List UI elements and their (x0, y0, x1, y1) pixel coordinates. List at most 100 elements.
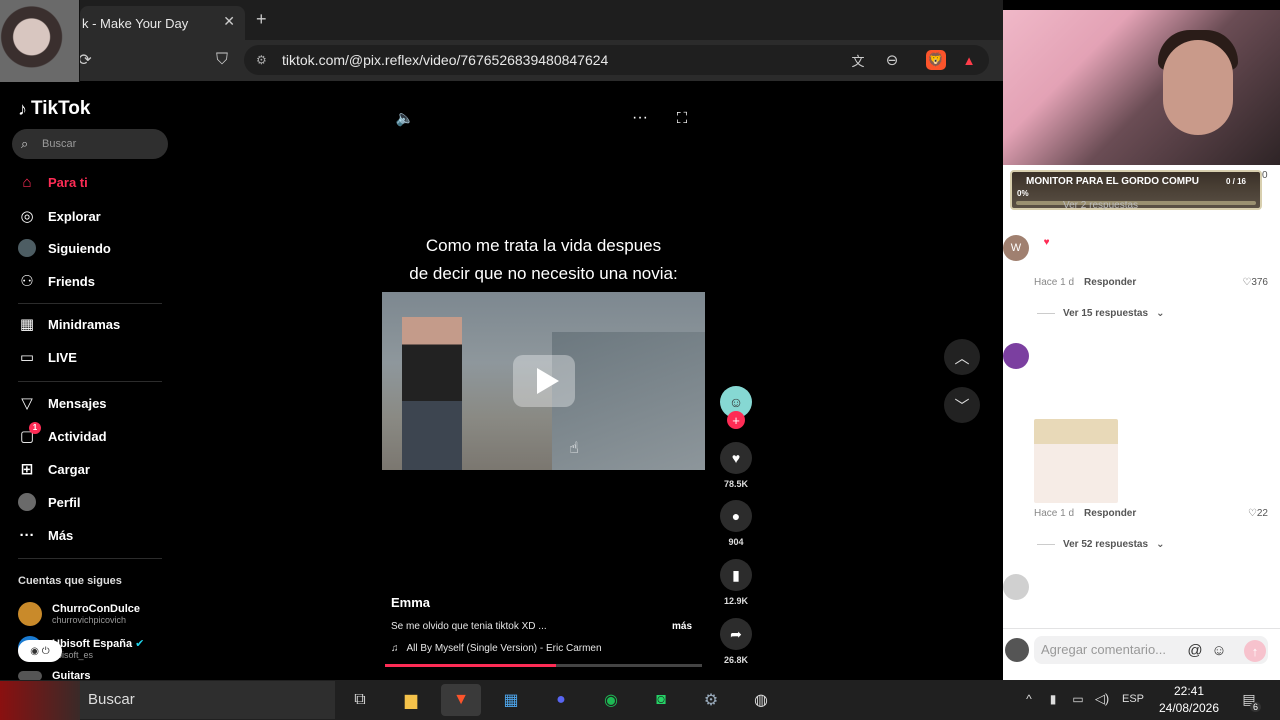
steam-icon[interactable]: ⚙ (691, 684, 731, 716)
nav-para-ti[interactable]: ⌂ Para ti (18, 173, 87, 191)
post-comment-button[interactable]: ↑ (1244, 640, 1266, 662)
chevron-down-icon: ﹀ (954, 397, 970, 415)
play-icon[interactable] (513, 355, 575, 407)
avatar[interactable] (1003, 343, 1029, 369)
comment-sticker-image[interactable] (1034, 419, 1118, 503)
poll-side-value: 0 (1262, 170, 1268, 181)
share-button[interactable]: ➦ 26.8K (720, 618, 752, 665)
progress-fill (385, 664, 557, 667)
nav-cargar[interactable]: ⊞ Cargar (18, 460, 90, 478)
nav-perfil[interactable]: Perfil (18, 493, 81, 511)
share-count: 26.8K (723, 655, 749, 665)
replies-label: Ver 15 respuestas (1063, 308, 1149, 319)
translate-icon[interactable]: 文 (849, 51, 867, 69)
mention-icon[interactable]: @ (1186, 641, 1204, 659)
chevron-up-icon[interactable]: ^ (1022, 692, 1036, 706)
divider (1037, 313, 1055, 314)
taskbar-search[interactable]: Buscar (80, 681, 335, 719)
close-tab-icon[interactable]: ✕ (223, 13, 235, 30)
reply-button[interactable]: Responder (1084, 277, 1136, 288)
video-progress-bar[interactable] (385, 664, 702, 667)
brave-rewards-icon[interactable]: ▲ (960, 51, 978, 69)
music-info[interactable]: ♫ All By Myself (Single Version) - Eric … (391, 643, 602, 654)
nav-label: Más (48, 527, 74, 543)
cursor-icon: ☝ (569, 440, 579, 457)
comment-like-count: 376 (1251, 277, 1268, 288)
file-explorer-icon[interactable]: ▆ (391, 684, 431, 716)
nav-live[interactable]: ▭ LIVE (18, 348, 77, 366)
comment-user[interactable]: Catnap_70 (1034, 345, 1085, 356)
brave-shield-icon[interactable]: 🦁 (926, 50, 946, 70)
webcam-overlay-small (0, 0, 80, 82)
nav-siguiendo[interactable]: Siguiendo (18, 239, 111, 257)
network-icon[interactable]: ▭ (1070, 691, 1086, 707)
comment-text: pos yo de por si soy feo y horrible ento… (1034, 364, 1262, 410)
new-tab-icon[interactable]: + (256, 9, 267, 30)
caption-line: de decir que no necesito una novia: (409, 264, 678, 283)
previous-video-button[interactable]: ︿ (944, 339, 980, 375)
save-button[interactable]: ▮ 12.9K (720, 559, 752, 606)
emoji-icon[interactable]: ☺ (1210, 641, 1228, 659)
comment-button[interactable]: ● 904 (720, 500, 752, 547)
next-video-button[interactable]: ﹀ (944, 387, 980, 423)
nav-explorar[interactable]: ◎ Explorar (18, 207, 100, 225)
compass-icon: ◎ (20, 208, 34, 225)
spotify-icon[interactable]: ◉ (591, 684, 631, 716)
video-author[interactable]: Emma (391, 595, 430, 610)
nav-minidramas[interactable]: ▦ Minidramas (18, 315, 120, 333)
nav-mensajes[interactable]: ▽ Mensajes (18, 394, 106, 412)
like-count: 78.5K (723, 479, 749, 489)
whatsapp-icon[interactable]: ◙ (641, 684, 681, 716)
comment-placeholder: Agregar comentario... (1041, 642, 1167, 657)
more-link[interactable]: más (672, 621, 692, 632)
language-indicator[interactable]: ESP (1122, 693, 1144, 705)
comment-user[interactable]: samurai Otaku (1034, 576, 1103, 587)
tiktok-logo[interactable]: ♪ TikTok (18, 98, 90, 120)
clock[interactable]: 22:41 24/08/2026 (1150, 683, 1228, 717)
hidden-replies-link[interactable]: Ver 2 respuestas (1063, 200, 1138, 211)
follow-plus-icon[interactable]: + (727, 411, 745, 429)
nav-friends[interactable]: ⚇ Friends (18, 272, 95, 290)
reply-button[interactable]: Responder (1084, 508, 1136, 519)
task-view-icon[interactable]: ⧉ (340, 684, 380, 716)
comment-user[interactable]: A ♥ (1034, 237, 1050, 248)
notification-count: 6 (1250, 702, 1262, 712)
avatar[interactable]: W (1003, 235, 1029, 261)
fullscreen-icon[interactable]: ⛶ (672, 108, 692, 128)
store-icon[interactable]: ▦ (491, 684, 531, 716)
nav-actividad[interactable]: ▢ 1 Actividad (18, 422, 107, 445)
comment-like[interactable]: ♡376 (1242, 277, 1268, 288)
comment-like-count: 22 (1256, 508, 1268, 519)
divider (1037, 544, 1055, 545)
nav-mas[interactable]: ··· Más (18, 526, 74, 544)
zoom-icon[interactable]: ⊖ (883, 51, 901, 69)
brave-browser-icon[interactable]: ▼ (441, 684, 481, 716)
followed-account[interactable]: ChurroConDulce churrovichpicovich (18, 602, 140, 626)
discord-icon[interactable]: ● (541, 684, 581, 716)
comment-input[interactable]: Agregar comentario... (1034, 636, 1268, 664)
url-field[interactable]: ⚙ tiktok.com/@pix.reflex/video/767652683… (244, 45, 989, 75)
search-input[interactable]: ⌕ Buscar (12, 129, 168, 159)
browser-tab[interactable]: k - Make Your Day ✕ (80, 6, 245, 40)
view-replies[interactable]: Ver 15 respuestas ⌄ (1037, 308, 1164, 319)
like-button[interactable]: ♥ 78.5K (720, 442, 752, 489)
more-options-icon[interactable]: ··· (630, 108, 650, 128)
avatar[interactable] (1003, 574, 1029, 600)
user-name: A (1034, 237, 1041, 248)
comment-time: Hace 1 d (1034, 508, 1075, 519)
url-text: tiktok.com/@pix.reflex/video/76765268394… (282, 52, 609, 68)
bookmark-icon[interactable]: ⛉ (212, 50, 232, 70)
poll-title: MONITOR PARA EL GORDO COMPU (1026, 176, 1199, 187)
divider (18, 381, 162, 382)
search-icon: ⌕ (21, 136, 29, 151)
view-replies[interactable]: Ver 52 respuestas ⌄ (1037, 539, 1164, 550)
nav-label: Perfil (48, 494, 81, 510)
speaker-icon[interactable]: ◁) (1094, 691, 1110, 707)
site-info-icon[interactable]: ⚙ (256, 45, 267, 75)
volume-icon[interactable]: 🔈 (395, 108, 415, 128)
own-avatar (1005, 638, 1029, 662)
obs-icon[interactable]: ◍ (741, 684, 781, 716)
comment-like[interactable]: ♡22 (1248, 508, 1268, 519)
usb-icon[interactable]: ▮ (1046, 691, 1060, 707)
film-icon: ▦ (19, 316, 35, 333)
